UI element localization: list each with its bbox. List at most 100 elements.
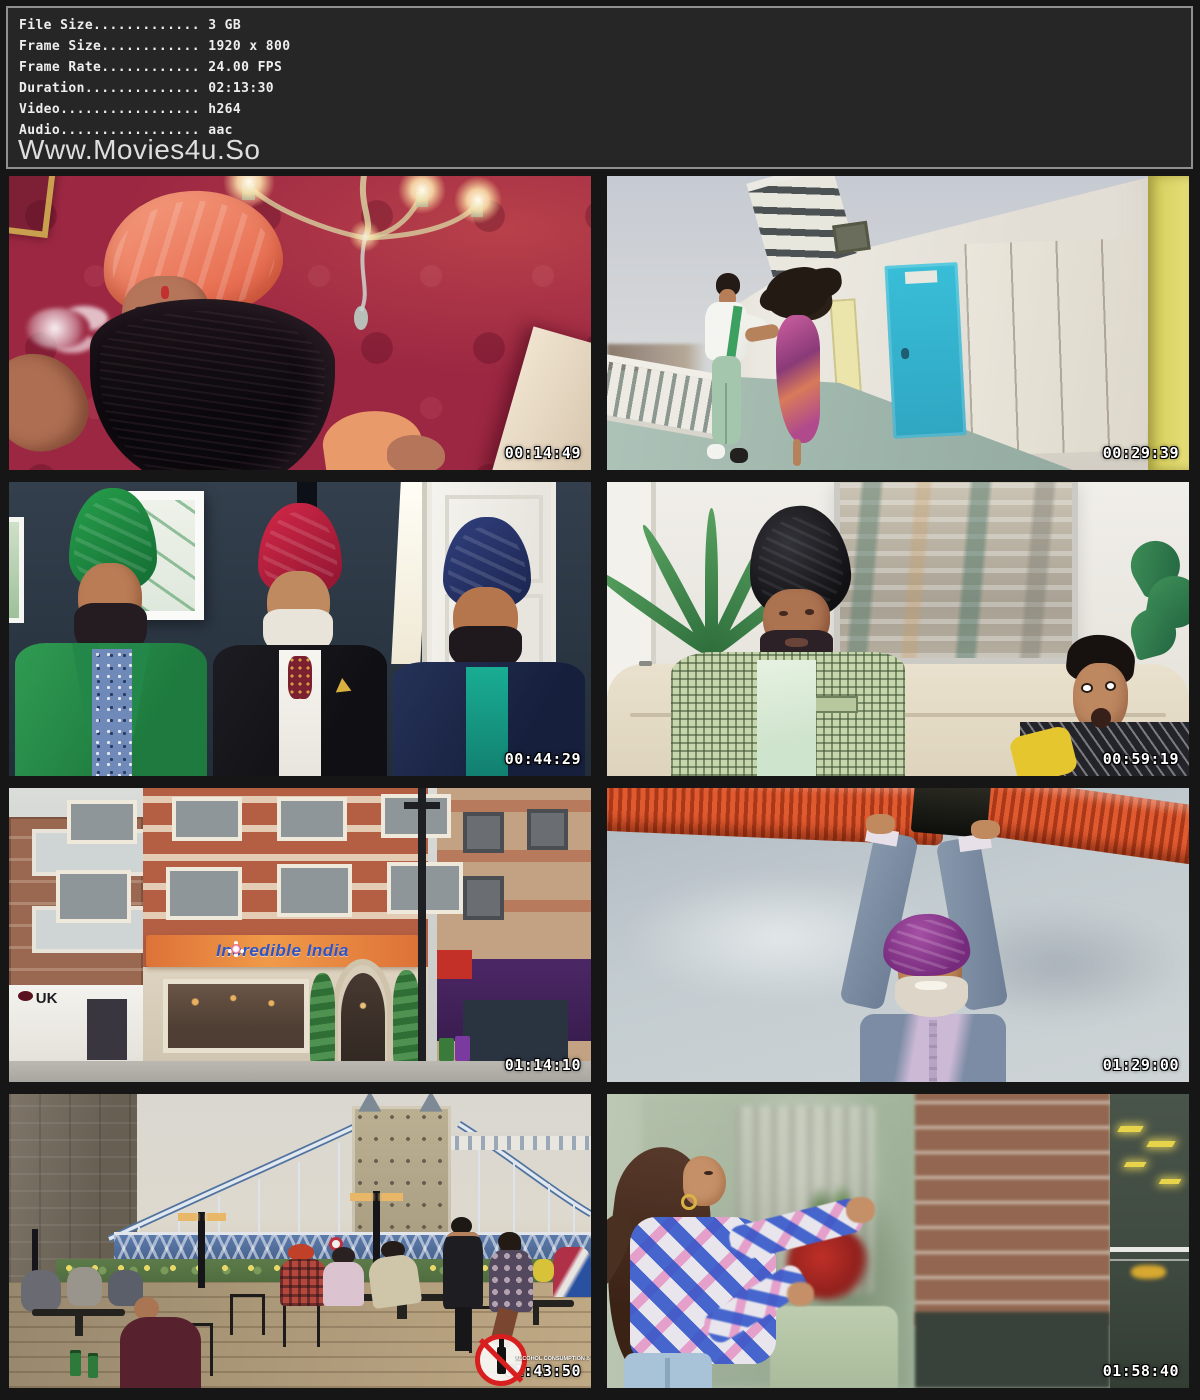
- shop-logo: [18, 991, 33, 1001]
- window: [527, 809, 568, 850]
- window: [277, 864, 353, 917]
- cyan-door: [885, 262, 967, 439]
- timestamp-overlay: 01:58:40: [1103, 1362, 1179, 1380]
- white-beard: [895, 976, 968, 1017]
- ceiling-light: [1158, 1179, 1181, 1184]
- window: [277, 797, 347, 841]
- beer-bottle: [70, 1350, 80, 1376]
- pillar-base: [915, 1312, 1110, 1388]
- purple-bin: [455, 1036, 470, 1061]
- suit-torso: [860, 1014, 1006, 1082]
- wall-vent: [832, 221, 871, 255]
- elder-red-turban: [213, 503, 388, 776]
- hand: [846, 1197, 875, 1223]
- screenshot-5: UK Incredible India: [9, 788, 591, 1082]
- plaid-shirt-man: [280, 1259, 327, 1306]
- site-watermark: Www.Movies4u.So: [18, 134, 260, 166]
- lamp-post: [198, 1212, 204, 1288]
- red-sign-patch: [437, 950, 472, 979]
- man-navy-turban: [393, 517, 585, 776]
- seated-patron: [21, 1270, 62, 1311]
- woman-leg: [793, 439, 801, 466]
- yellow-top-person: [533, 1259, 554, 1283]
- dark-window: [1110, 1094, 1189, 1388]
- yellow-end-wall: [1148, 176, 1189, 470]
- patterned-shirt-man: [553, 1247, 591, 1297]
- man-green-turban: [15, 488, 207, 776]
- mint-pants: [712, 356, 741, 443]
- green-bin: [439, 1038, 454, 1062]
- sage-planter: [770, 1306, 898, 1388]
- paisley-cravat: [288, 656, 312, 700]
- window: [166, 867, 242, 920]
- window: [463, 876, 504, 920]
- alcohol-warning-text: ALCOHOL CONSUMPTION IS INJURIOUS: [515, 1356, 589, 1362]
- screenshot-6: 01:29:00: [607, 788, 1189, 1082]
- info-line-frame-rate: Frame Rate............ 24.00 FPS: [19, 57, 1191, 78]
- long-black-beard: [90, 299, 334, 470]
- window: [172, 797, 242, 841]
- white-rail: [1110, 1247, 1189, 1252]
- timestamp-overlay: 01:14:10: [505, 1056, 581, 1074]
- window: [463, 812, 504, 853]
- white-rail: [1110, 1259, 1189, 1261]
- seated-patron: [67, 1267, 102, 1305]
- info-line-duration: Duration.............. 02:13:30: [19, 78, 1191, 99]
- window: [67, 800, 137, 844]
- blurred-brick-pillar: [915, 1094, 1110, 1329]
- timestamp-overlay: 01:29:00: [1103, 1056, 1179, 1074]
- blue-patterned-shirt: [92, 649, 132, 776]
- beer-bottle: [88, 1353, 98, 1378]
- tilak-mark: [161, 286, 169, 299]
- restaurant-window: [163, 979, 309, 1053]
- timestamp-overlay: 00:14:49: [505, 444, 581, 462]
- gripping-hand: [866, 814, 895, 833]
- red-turban: [288, 1244, 314, 1260]
- magenta-dress: [776, 315, 820, 443]
- metal-chair: [283, 1300, 321, 1347]
- hoop-earring: [681, 1194, 696, 1210]
- screenshot-2: 00:29:39: [607, 176, 1189, 470]
- dark-entrance: [463, 1000, 568, 1065]
- metal-chair: [230, 1294, 265, 1335]
- maroon-sweater-man: [120, 1317, 201, 1388]
- ceiling-light: [1117, 1126, 1144, 1132]
- screenshot-7: 01:43:50 ALCOHOL CONSUMPTION IS INJURIOU…: [9, 1094, 591, 1388]
- ceiling-light: [1147, 1141, 1177, 1147]
- cafe-table: [32, 1309, 125, 1317]
- standing-waiter: [443, 1232, 484, 1308]
- pink-top-woman: [323, 1262, 364, 1306]
- street-lamp-post: [418, 788, 427, 1070]
- shop-sign-text: UK: [36, 990, 58, 1007]
- reflected-vehicle: [1131, 1265, 1166, 1280]
- screenshot-4: 00:59:19: [607, 482, 1189, 776]
- door-handle: [639, 661, 652, 666]
- media-info-sheet: File Size............. 3 GB Frame Size..…: [0, 0, 1200, 1400]
- track-jacket: [705, 302, 748, 360]
- man-check-suit: [665, 506, 944, 776]
- timestamp-overlay: 00:44:29: [505, 750, 581, 768]
- window: [381, 794, 451, 838]
- info-line-file-size: File Size............. 3 GB: [19, 15, 1191, 36]
- screenshot-3: 00:44:29: [9, 482, 591, 776]
- info-line-video: Video................. h264: [19, 99, 1191, 120]
- teal-shirt: [466, 667, 508, 776]
- beige-hoodie-man: [367, 1252, 423, 1308]
- mint-shirt: [757, 660, 816, 776]
- flower-icon: [231, 944, 241, 954]
- floral-dress-woman: [489, 1250, 533, 1312]
- info-line-frame-size: Frame Size............ 1920 x 800: [19, 36, 1191, 57]
- hand: [787, 1282, 814, 1306]
- black-shoe: [730, 448, 747, 464]
- screenshot-8: 01:58:40: [607, 1094, 1189, 1388]
- blue-jeans: [624, 1353, 711, 1388]
- gripping-hand: [971, 820, 1000, 839]
- restaurant-sign: Incredible India: [146, 935, 420, 967]
- timestamp-overlay: 00:29:39: [1103, 444, 1179, 462]
- pavement: [9, 1061, 591, 1082]
- spinning-woman: [758, 276, 839, 470]
- dancing-man: [700, 273, 758, 467]
- upper-walkway: [446, 1132, 592, 1150]
- media-info-panel: File Size............. 3 GB Frame Size..…: [6, 6, 1193, 169]
- cream-doors: [964, 238, 1146, 456]
